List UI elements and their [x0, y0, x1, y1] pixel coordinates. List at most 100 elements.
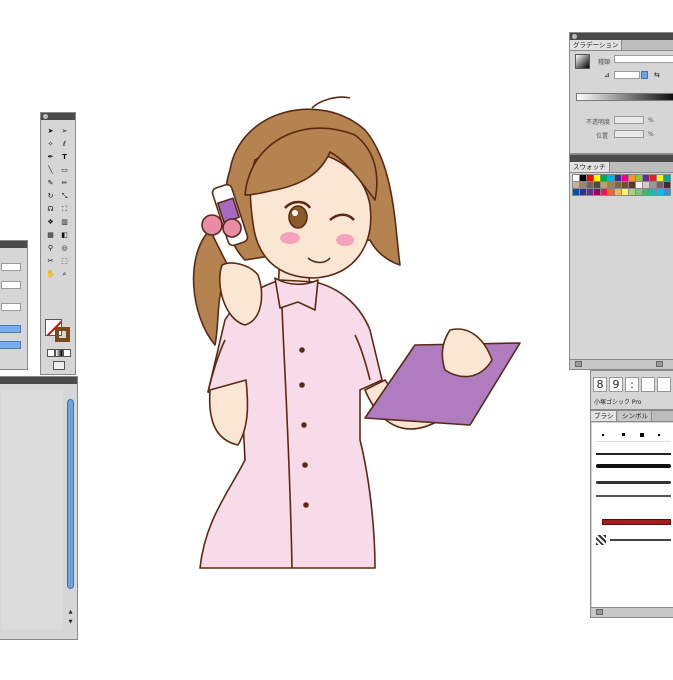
- screen-mode-icon[interactable]: [53, 361, 65, 370]
- color-swatch[interactable]: [642, 181, 650, 189]
- tools-titlebar[interactable]: [41, 113, 75, 120]
- angle-dropdown[interactable]: [641, 71, 648, 79]
- left-panel-stepper-1[interactable]: [0, 325, 21, 333]
- brush-stroke-1[interactable]: [596, 451, 671, 457]
- blend-icon[interactable]: ◎: [60, 244, 69, 253]
- symbol-sprayer-icon[interactable]: ❖: [46, 218, 55, 227]
- stroke-swatch[interactable]: [55, 327, 70, 342]
- color-swatch[interactable]: [649, 181, 657, 189]
- glyph-cell[interactable]: :: [625, 377, 639, 392]
- color-mode-buttons[interactable]: [47, 349, 71, 357]
- eyedropper-icon[interactable]: ⚲: [46, 244, 55, 253]
- pen-tool-icon[interactable]: ✒: [46, 153, 55, 162]
- lasso-icon[interactable]: ℓ: [60, 140, 69, 149]
- direct-selection-tool-icon[interactable]: ➢: [60, 127, 69, 136]
- free-transform-icon[interactable]: ⛶: [60, 205, 69, 214]
- color-swatch[interactable]: [663, 174, 671, 182]
- scroll-up-arrow-icon[interactable]: ▲: [67, 609, 74, 615]
- mesh-icon[interactable]: ▦: [46, 231, 55, 240]
- tab-symbol[interactable]: シンボル: [619, 411, 652, 421]
- color-swatch[interactable]: [572, 174, 580, 182]
- left-panel-stepper-2[interactable]: [0, 341, 21, 349]
- color-swatch[interactable]: [628, 188, 636, 196]
- close-icon[interactable]: [43, 114, 48, 119]
- pattern-brush-row[interactable]: [596, 517, 671, 529]
- hand-icon[interactable]: ✋: [46, 270, 55, 279]
- color-swatch[interactable]: [642, 188, 650, 196]
- color-swatch[interactable]: [663, 188, 671, 196]
- color-swatch[interactable]: [635, 181, 643, 189]
- reverse-gradient-icon[interactable]: ⇆: [654, 71, 660, 79]
- swatch-library-icon[interactable]: [575, 361, 582, 367]
- left-lower-titlebar[interactable]: [0, 377, 77, 384]
- tab-swatches[interactable]: スウォッチ: [570, 162, 610, 172]
- left-panel-titlebar[interactable]: [0, 241, 27, 248]
- brush-stroke-2[interactable]: [596, 463, 671, 469]
- location-field[interactable]: [614, 130, 644, 138]
- color-swatch[interactable]: [628, 181, 636, 189]
- glyph-cell[interactable]: [641, 377, 655, 392]
- gradient-slider[interactable]: [576, 93, 673, 101]
- tab-brush[interactable]: ブラシ: [591, 411, 618, 421]
- color-swatch[interactable]: [656, 188, 664, 196]
- color-swatch[interactable]: [635, 174, 643, 182]
- color-swatch[interactable]: [593, 181, 601, 189]
- new-swatch-icon[interactable]: [656, 361, 663, 367]
- rectangle-tool-icon[interactable]: ▭: [60, 166, 69, 175]
- color-swatch[interactable]: [572, 181, 580, 189]
- color-swatch[interactable]: [621, 188, 629, 196]
- color-swatch[interactable]: [586, 181, 594, 189]
- color-swatch[interactable]: [586, 188, 594, 196]
- left-panel-field-2[interactable]: [1, 281, 21, 289]
- color-swatch[interactable]: [607, 174, 615, 182]
- color-swatch[interactable]: [600, 188, 608, 196]
- glyph-font-name[interactable]: 小塚ゴシック Pro: [594, 397, 641, 406]
- paintbrush-icon[interactable]: ✎: [46, 179, 55, 188]
- left-lower-scrollbar[interactable]: [67, 399, 74, 589]
- color-swatch[interactable]: [586, 174, 594, 182]
- scale-icon[interactable]: ⤡: [60, 192, 69, 201]
- line-tool-icon[interactable]: ╲: [46, 166, 55, 175]
- color-swatch[interactable]: [614, 181, 622, 189]
- color-swatch[interactable]: [600, 174, 608, 182]
- color-swatch[interactable]: [649, 188, 657, 196]
- swatch-titlebar[interactable]: [570, 155, 673, 162]
- zoom-icon[interactable]: ⌕: [60, 270, 69, 279]
- opacity-field[interactable]: [614, 116, 644, 124]
- color-swatch[interactable]: [600, 181, 608, 189]
- art-brush-row[interactable]: [596, 535, 671, 547]
- gradient-titlebar[interactable]: [570, 33, 673, 40]
- color-swatch[interactable]: [621, 174, 629, 182]
- color-swatch[interactable]: [663, 181, 671, 189]
- graph-icon[interactable]: ▥: [60, 218, 69, 227]
- scroll-down-arrow-icon[interactable]: ▼: [67, 619, 74, 625]
- left-panel-field-3[interactable]: [1, 303, 21, 311]
- gradient-icon[interactable]: ◧: [60, 231, 69, 240]
- brush-stroke-3[interactable]: [596, 479, 671, 485]
- artboard-icon[interactable]: ⬚: [60, 257, 69, 266]
- color-swatch[interactable]: [593, 188, 601, 196]
- pencil-icon[interactable]: ✏: [60, 179, 69, 188]
- color-swatch[interactable]: [593, 174, 601, 182]
- color-swatch[interactable]: [579, 174, 587, 182]
- gradient-preview-swatch[interactable]: [575, 54, 590, 69]
- scissors-icon[interactable]: ✂: [46, 257, 55, 266]
- magic-wand-icon[interactable]: ✧: [46, 140, 55, 149]
- color-swatch[interactable]: [642, 174, 650, 182]
- color-swatch[interactable]: [579, 181, 587, 189]
- brush-library-icon[interactable]: [596, 609, 603, 615]
- warp-icon[interactable]: ☊: [46, 205, 55, 214]
- left-panel-field-1[interactable]: [1, 263, 21, 271]
- glyph-cell[interactable]: 8: [593, 377, 607, 392]
- color-swatch[interactable]: [572, 188, 580, 196]
- close-icon[interactable]: [572, 34, 577, 39]
- angle-field[interactable]: [614, 71, 640, 79]
- rotate-icon[interactable]: ↻: [46, 192, 55, 201]
- glyph-cell[interactable]: [657, 377, 671, 392]
- type-select[interactable]: [614, 55, 673, 63]
- color-swatch[interactable]: [628, 174, 636, 182]
- color-swatch[interactable]: [607, 188, 615, 196]
- color-swatch[interactable]: [656, 181, 664, 189]
- calligraphic-brush-row[interactable]: [596, 429, 671, 442]
- brush-stroke-4[interactable]: [596, 493, 671, 499]
